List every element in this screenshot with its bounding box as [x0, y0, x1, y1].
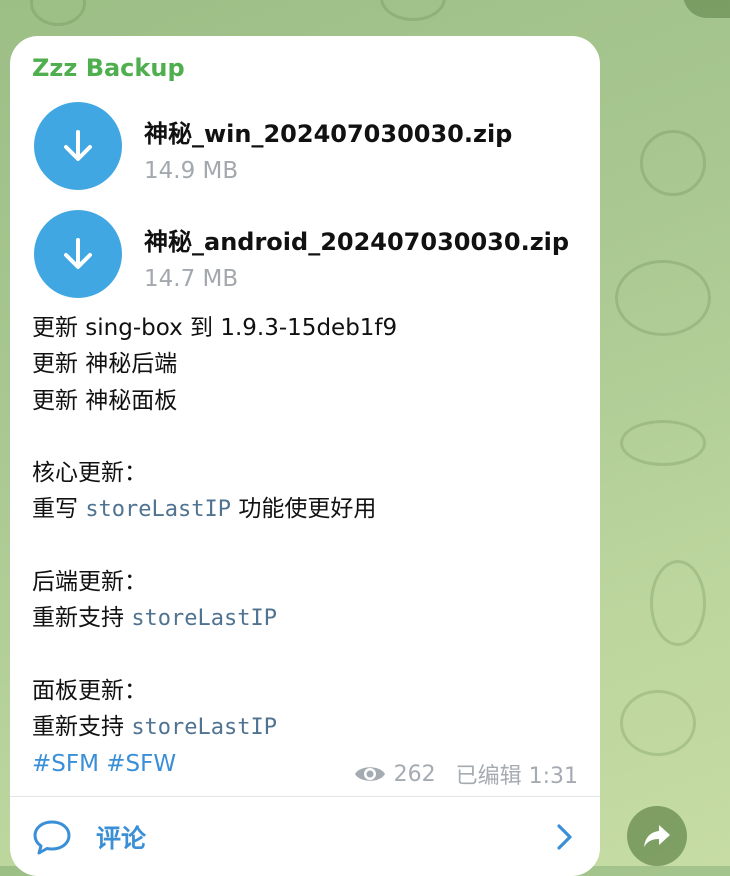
text-line: 重新支持 storeLastIP: [32, 600, 592, 636]
view-count: 262: [393, 761, 436, 787]
background-doodle: [640, 130, 706, 196]
inline-code[interactable]: storeLastIP: [131, 606, 277, 631]
text-line: 重新支持 storeLastIP: [32, 709, 592, 745]
sender-name[interactable]: Zzz Backup: [32, 54, 185, 82]
download-button[interactable]: [34, 102, 122, 190]
inline-code[interactable]: storeLastIP: [131, 715, 277, 740]
text-segment: 功能使更好用: [231, 496, 377, 523]
share-button[interactable]: [627, 806, 687, 866]
section-heading: 核心更新：: [32, 460, 147, 487]
message-text: 更新 sing-box 到 1.9.3-15deb1f9 更新 神秘后端 更新 …: [32, 310, 592, 782]
file-name[interactable]: 神秘_win_202407030030.zip: [144, 114, 512, 149]
section-heading: 面板更新：: [32, 677, 147, 704]
share-arrow-icon: [644, 825, 670, 847]
file-attachment[interactable]: 神秘_android_202407030030.zip 14.7 MB: [34, 210, 584, 302]
text-line: 更新 神秘面板: [32, 387, 178, 414]
message-bubble: Zzz Backup 神秘_win_202407030030.zip 14.9 …: [10, 36, 600, 876]
chat-bubble-icon: [33, 820, 71, 855]
file-attachment[interactable]: 神秘_win_202407030030.zip 14.9 MB: [34, 102, 584, 194]
file-size: 14.9 MB: [144, 158, 239, 184]
text-segment: 重写: [32, 496, 86, 523]
inline-code[interactable]: storeLastIP: [85, 497, 231, 522]
background-doodle: [620, 420, 706, 466]
top-right-button[interactable]: [683, 0, 730, 18]
background-doodle: [620, 690, 696, 756]
text-segment: 重新支持: [32, 714, 132, 741]
hashtag-link[interactable]: #SFW: [106, 751, 176, 777]
text-line: 更新 sing-box 到 1.9.3-15deb1f9: [32, 315, 398, 341]
background-doodle: [615, 260, 711, 336]
chevron-right-icon: [557, 824, 572, 850]
message-meta: 262 已编辑 1:31: [354, 758, 578, 790]
edited-time: 已编辑 1:31: [455, 764, 578, 789]
hashtag-link[interactable]: #SFM: [32, 751, 99, 777]
text-segment: 重新支持: [32, 605, 132, 632]
download-icon: [64, 238, 92, 269]
background-doodle: [30, 0, 86, 26]
comments-label: 评论: [96, 824, 147, 853]
download-icon: [64, 130, 92, 161]
comments-button[interactable]: 评论: [10, 797, 600, 876]
background-doodle: [650, 560, 706, 646]
file-size: 14.7 MB: [144, 266, 239, 292]
eye-icon: [354, 767, 385, 781]
file-name[interactable]: 神秘_android_202407030030.zip: [144, 222, 569, 257]
text-line: 重写 storeLastIP 功能使更好用: [32, 491, 592, 527]
section-heading: 后端更新：: [32, 569, 147, 596]
download-button[interactable]: [34, 210, 122, 298]
text-line: 更新 神秘后端: [32, 351, 178, 378]
background-doodle: [380, 0, 446, 21]
